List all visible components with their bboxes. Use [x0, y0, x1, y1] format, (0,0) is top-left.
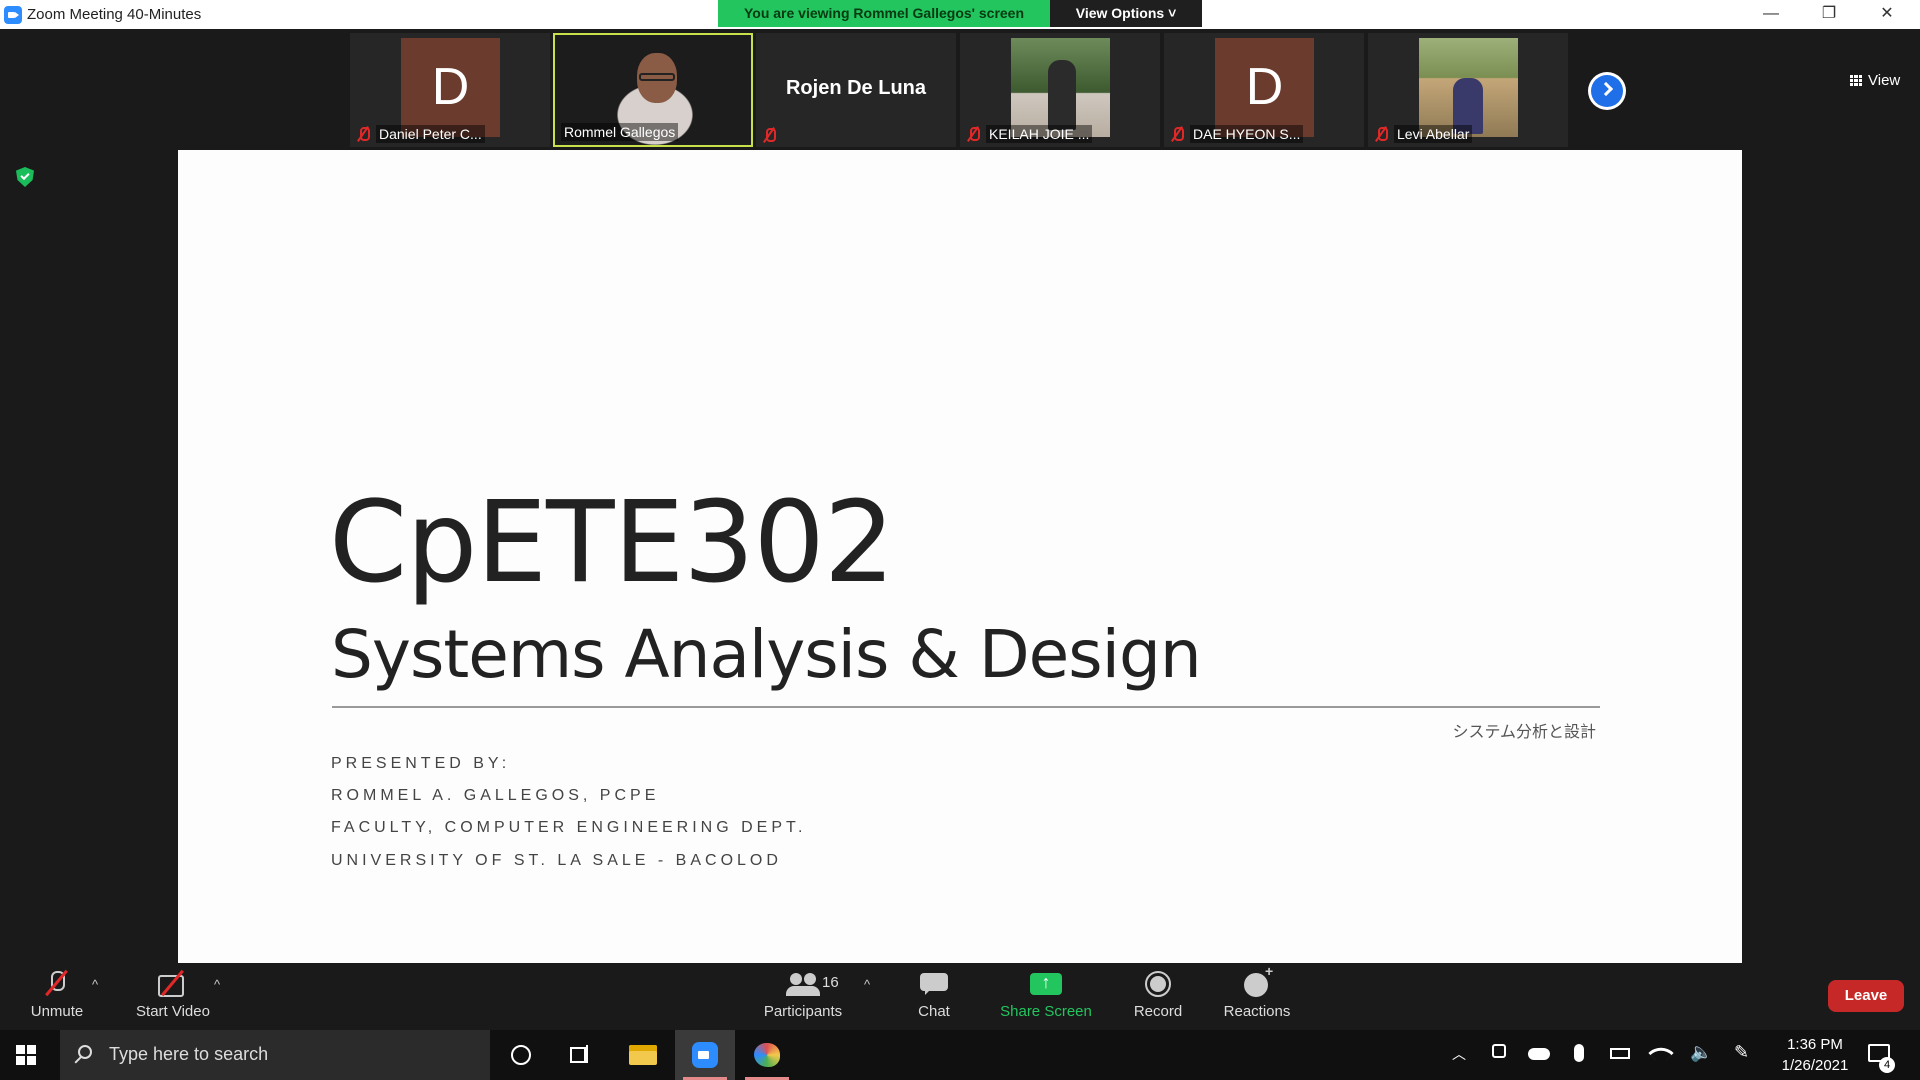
- windows-start-icon[interactable]: [16, 1045, 36, 1065]
- file-explorer-icon[interactable]: [613, 1030, 673, 1080]
- participants-icon: [786, 969, 820, 999]
- chat-label: Chat: [918, 1003, 950, 1020]
- grid-icon: [1850, 74, 1862, 86]
- participant-tile[interactable]: D DAE HYEON S...: [1164, 33, 1364, 147]
- window-title: Zoom Meeting 40-Minutes: [27, 6, 202, 23]
- participant-tile[interactable]: Levi Abellar: [1368, 33, 1568, 147]
- mic-muted-icon: [1374, 126, 1388, 142]
- mic-muted-icon: [1170, 126, 1184, 142]
- view-label: View: [1868, 71, 1901, 89]
- record-label: Record: [1133, 1003, 1183, 1020]
- slide-presenter: ROMMEL A. GALLEGOS, PCPE: [331, 787, 660, 804]
- participant-name-large: Rojen De Luna: [785, 77, 926, 99]
- participant-tile[interactable]: KEILAH JOIE ...: [960, 33, 1160, 147]
- participant-video: [1011, 38, 1110, 137]
- mic-muted-icon: [966, 126, 980, 142]
- participants-label: Participants: [763, 1003, 843, 1020]
- participant-count: 16: [822, 974, 839, 991]
- clock-date: 1/26/2021: [1781, 1057, 1849, 1074]
- reactions-icon: [1240, 963, 1274, 999]
- avatar: D: [1215, 38, 1314, 137]
- participant-tile[interactable]: Rojen De Luna: [756, 33, 956, 147]
- pen-icon[interactable]: ✎: [1734, 1042, 1752, 1062]
- chevron-right-icon: [1598, 81, 1614, 97]
- participant-video: [1419, 38, 1518, 137]
- mic-muted-icon: [356, 126, 370, 142]
- participant-video-strip: D Daniel Peter C... Rommel Gallegos Roje…: [0, 29, 1920, 149]
- start-video-button[interactable]: Start Video: [130, 969, 216, 1020]
- record-button[interactable]: Record: [1126, 969, 1190, 1020]
- unmute-label: Unmute: [30, 1003, 84, 1020]
- mic-muted-icon: [762, 127, 776, 143]
- share-screen-label: Share Screen: [1000, 1003, 1092, 1020]
- participant-name: Rommel Gallegos: [561, 123, 679, 141]
- chevron-up-icon[interactable]: ︿: [1452, 1044, 1470, 1062]
- avatar: D: [401, 38, 500, 137]
- view-options-button[interactable]: View Options ˅: [1050, 0, 1202, 27]
- reactions-label: Reactions: [1223, 1003, 1291, 1020]
- chat-button[interactable]: Chat: [906, 969, 962, 1020]
- slide-department: FACULTY, COMPUTER ENGINEERING DEPT.: [331, 819, 807, 836]
- task-view-icon[interactable]: [550, 1030, 610, 1080]
- participant-name: DAE HYEON S...: [1190, 125, 1304, 143]
- screen-share-banner: You are viewing Rommel Gallegos' screen …: [718, 0, 1202, 27]
- meet-now-icon[interactable]: [1492, 1044, 1506, 1058]
- taskbar-search[interactable]: Type here to search: [60, 1030, 490, 1080]
- window-titlebar: Zoom Meeting 40-Minutes You are viewing …: [0, 0, 1920, 29]
- chevron-down-icon: ˅: [1168, 5, 1177, 21]
- slide-course-code: CpETE302: [329, 478, 895, 608]
- search-icon: [78, 1045, 92, 1059]
- slide-presented-by: PRESENTED BY:: [331, 755, 511, 772]
- cortana-icon[interactable]: [490, 1030, 550, 1080]
- reactions-button[interactable]: Reactions: [1220, 963, 1294, 1020]
- microphone-icon[interactable]: [1574, 1044, 1584, 1062]
- participant-tile[interactable]: D Daniel Peter C...: [350, 33, 550, 147]
- audio-options-caret[interactable]: ^: [92, 977, 98, 992]
- encryption-shield-icon[interactable]: [16, 167, 34, 187]
- volume-icon[interactable]: 🔈: [1690, 1042, 1712, 1062]
- slide-university: UNIVERSITY OF ST. LA SALE - BACOLOD: [331, 852, 782, 869]
- close-button[interactable]: ✕: [1858, 0, 1916, 29]
- maximize-button[interactable]: ❐: [1800, 0, 1858, 29]
- video-off-icon: [156, 969, 190, 999]
- record-icon: [1141, 969, 1175, 999]
- onedrive-icon[interactable]: [1528, 1048, 1550, 1060]
- participant-name: Daniel Peter C...: [376, 125, 485, 143]
- mic-muted-icon: [40, 969, 74, 999]
- slide-divider: [332, 706, 1600, 708]
- chat-icon: [917, 969, 951, 999]
- start-video-label: Start Video: [136, 1003, 210, 1020]
- notification-count: 4: [1879, 1057, 1895, 1073]
- zoom-taskbar-icon[interactable]: [675, 1030, 735, 1080]
- next-page-button[interactable]: [1588, 72, 1626, 110]
- participant-name: KEILAH JOIE ...: [986, 125, 1093, 143]
- view-options-label: View Options: [1075, 5, 1165, 21]
- participants-options-caret[interactable]: ^: [864, 977, 870, 992]
- participant-name: Levi Abellar: [1394, 125, 1473, 143]
- slide-course-title: Systems Analysis & Design: [331, 616, 1202, 693]
- meeting-toolbar: Unmute ^ Start Video ^ Participants 16 ^…: [0, 963, 1920, 1030]
- shared-screen-slide: CpETE302 Systems Analysis & Design システム分…: [178, 150, 1742, 963]
- unmute-button[interactable]: Unmute: [22, 969, 92, 1020]
- leave-button[interactable]: Leave: [1828, 980, 1904, 1012]
- wifi-icon[interactable]: [1648, 1040, 1674, 1066]
- participant-tile[interactable]: Rommel Gallegos: [553, 33, 753, 147]
- battery-icon[interactable]: [1610, 1048, 1630, 1059]
- share-screen-icon: [1029, 969, 1063, 999]
- clock-time: 1:36 PM: [1787, 1036, 1843, 1053]
- slide-japanese-title: システム分析と設計: [1452, 722, 1596, 741]
- windows-taskbar: Type here to search ︿ 🔈 ✎ 1:36 PM 1/26/2…: [0, 1030, 1920, 1080]
- view-layout-button[interactable]: View: [1840, 67, 1914, 93]
- viewing-banner-text: You are viewing Rommel Gallegos' screen: [718, 0, 1050, 27]
- share-screen-button[interactable]: Share Screen: [998, 969, 1094, 1020]
- search-placeholder: Type here to search: [109, 1044, 269, 1064]
- minimize-button[interactable]: —: [1742, 0, 1800, 29]
- zoom-app-icon: [4, 6, 22, 24]
- video-options-caret[interactable]: ^: [214, 977, 220, 992]
- taskbar-clock[interactable]: 1:36 PM 1/26/2021: [1774, 1034, 1856, 1076]
- paint-taskbar-icon[interactable]: [737, 1030, 797, 1080]
